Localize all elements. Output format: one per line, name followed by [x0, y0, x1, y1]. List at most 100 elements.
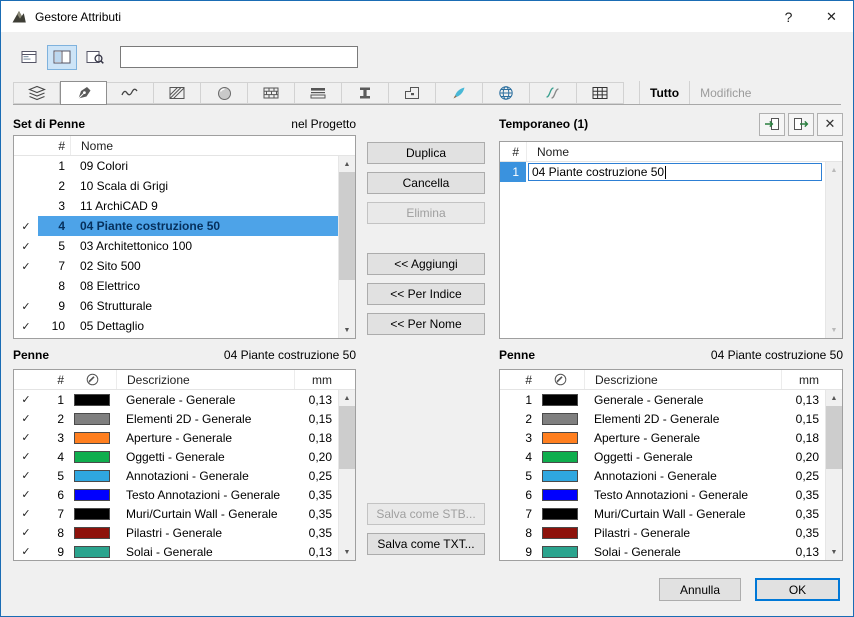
pen-set-row[interactable]: ✓ 9 06 Strutturale — [14, 296, 338, 316]
pen-set-row[interactable]: ✓ 5 03 Architettonico 100 — [14, 236, 338, 256]
scroll-up-button[interactable]: ▲ — [826, 390, 842, 406]
scrollbar-track[interactable] — [826, 406, 842, 544]
pen-row[interactable]: ✓ 4 Oggetti - Generale 0,20 — [14, 447, 338, 466]
scroll-up-button[interactable]: ▲ — [339, 156, 355, 172]
pen-row[interactable]: 5 Annotazioni - Generale 0,25 — [500, 466, 825, 485]
pen-color-swatch[interactable] — [542, 526, 578, 539]
pen-color-swatch[interactable] — [74, 450, 110, 463]
scrollbar-track[interactable] — [339, 406, 355, 544]
pen-row[interactable]: ✓ 5 Annotazioni - Generale 0,25 — [14, 466, 338, 485]
filter-modifiche[interactable]: Modifiche — [689, 81, 761, 104]
tab-markers[interactable] — [436, 82, 483, 104]
pen-color-swatch[interactable] — [74, 431, 110, 444]
pen-row[interactable]: ✓ 9 Solai - Generale 0,13 — [14, 542, 338, 560]
cancel-button[interactable]: Annulla — [659, 578, 741, 601]
pen-row[interactable]: 9 Solai - Generale 0,13 — [500, 542, 825, 560]
attribute-search-input[interactable] — [120, 46, 358, 68]
pen-row[interactable]: 3 Aperture - Generale 0,18 — [500, 428, 825, 447]
pen-row[interactable]: ✓ 3 Aperture - Generale 0,18 — [14, 428, 338, 447]
scrollbar-thumb[interactable] — [339, 406, 355, 470]
row-checkmark[interactable]: ✓ — [14, 485, 38, 504]
pen-color-swatch[interactable] — [542, 431, 578, 444]
row-checkmark[interactable] — [14, 176, 38, 196]
pen-color-swatch[interactable] — [542, 412, 578, 425]
tab-fills[interactable] — [154, 82, 201, 104]
scrollbar[interactable]: ▲ ▼ — [825, 390, 842, 560]
pen-color-swatch[interactable] — [74, 393, 110, 406]
panel-view-single-button[interactable] — [14, 45, 44, 70]
pen-set-row[interactable]: 3 11 ArchiCAD 9 — [14, 196, 338, 216]
pen-set-row[interactable]: ✓ 4 04 Piante costruzione 50 — [14, 216, 338, 236]
scroll-down-button[interactable]: ▼ — [339, 322, 355, 338]
pen-color-swatch[interactable] — [74, 412, 110, 425]
row-checkmark[interactable]: ✓ — [14, 409, 38, 428]
scrollbar-thumb[interactable] — [826, 406, 842, 470]
row-checkmark[interactable] — [14, 156, 38, 176]
scroll-down-button[interactable]: ▼ — [826, 322, 842, 338]
row-checkmark[interactable]: ✓ — [14, 256, 38, 276]
tab-pens[interactable] — [60, 81, 107, 105]
pen-row[interactable]: 4 Oggetti - Generale 0,20 — [500, 447, 825, 466]
pen-row[interactable]: 8 Pilastri - Generale 0,35 — [500, 523, 825, 542]
filter-tutto[interactable]: Tutto — [639, 81, 689, 104]
pen-color-swatch[interactable] — [74, 545, 110, 558]
delete-temp-button[interactable]: ✕ — [817, 112, 843, 136]
row-checkmark[interactable]: ✓ — [14, 316, 38, 336]
import-set-button[interactable] — [759, 112, 785, 136]
pen-set-row[interactable]: 8 08 Elettrico — [14, 276, 338, 296]
tab-cities[interactable] — [483, 82, 530, 104]
close-button[interactable]: ✕ — [810, 1, 853, 32]
duplicate-button[interactable]: Duplica — [367, 142, 485, 164]
scrollbar[interactable]: ▲ ▼ — [338, 390, 355, 560]
pen-set-row[interactable]: 2 10 Scala di Grigi — [14, 176, 338, 196]
tab-layers[interactable] — [13, 82, 60, 104]
scroll-up-button[interactable]: ▲ — [826, 162, 842, 178]
tab-profiles[interactable] — [342, 82, 389, 104]
pen-color-swatch[interactable] — [542, 450, 578, 463]
pen-color-swatch[interactable] — [74, 469, 110, 482]
row-checkmark[interactable]: ✓ — [14, 216, 38, 236]
export-set-button[interactable] — [788, 112, 814, 136]
by-name-button[interactable]: << Per Nome — [367, 313, 485, 335]
tab-building-materials[interactable] — [248, 82, 295, 104]
pen-row[interactable]: ✓ 1 Generale - Generale 0,13 — [14, 390, 338, 409]
ok-button[interactable]: OK — [755, 578, 840, 601]
cancel-item-button[interactable]: Cancella — [367, 172, 485, 194]
scrollbar-track[interactable] — [339, 172, 355, 322]
pen-row[interactable]: 7 Muri/Curtain Wall - Generale 0,35 — [500, 504, 825, 523]
scroll-down-button[interactable]: ▼ — [826, 544, 842, 560]
pen-row[interactable]: 1 Generale - Generale 0,13 — [500, 390, 825, 409]
scroll-down-button[interactable]: ▼ — [339, 544, 355, 560]
scrollbar-track[interactable] — [826, 178, 842, 322]
panel-view-search-button[interactable] — [80, 45, 110, 70]
pen-color-swatch[interactable] — [74, 507, 110, 520]
pen-row[interactable]: ✓ 8 Pilastri - Generale 0,35 — [14, 523, 338, 542]
scrollbar-thumb[interactable] — [339, 172, 355, 280]
pen-set-row[interactable]: ✓ 7 02 Sito 500 — [14, 256, 338, 276]
row-checkmark[interactable] — [14, 196, 38, 216]
row-checkmark[interactable]: ✓ — [14, 236, 38, 256]
pen-row[interactable]: ✓ 6 Testo Annotazioni - Generale 0,35 — [14, 485, 338, 504]
pen-color-swatch[interactable] — [542, 393, 578, 406]
tab-composites[interactable] — [295, 82, 342, 104]
pen-row[interactable]: ✓ 2 Elementi 2D - Generale 0,15 — [14, 409, 338, 428]
tab-line-types[interactable] — [107, 82, 154, 104]
row-checkmark[interactable]: ✓ — [14, 523, 38, 542]
pen-sets-scope[interactable]: nel Progetto — [291, 117, 356, 131]
pen-set-row[interactable]: 1 09 Colori — [14, 156, 338, 176]
pen-row[interactable]: ✓ 7 Muri/Curtain Wall - Generale 0,35 — [14, 504, 338, 523]
append-button[interactable]: << Aggiungi — [367, 253, 485, 275]
pen-row[interactable]: 6 Testo Annotazioni - Generale 0,35 — [500, 485, 825, 504]
temp-set-row[interactable]: 1 04 Piante costruzione 50 — [500, 162, 825, 182]
row-checkmark[interactable]: ✓ — [14, 504, 38, 523]
by-index-button[interactable]: << Per Indice — [367, 283, 485, 305]
pen-color-swatch[interactable] — [542, 488, 578, 501]
pen-color-swatch[interactable] — [542, 545, 578, 558]
tab-zone-categories[interactable] — [389, 82, 436, 104]
tab-surfaces[interactable] — [201, 82, 248, 104]
pen-row[interactable]: 2 Elementi 2D - Generale 0,15 — [500, 409, 825, 428]
save-txt-button[interactable]: Salva come TXT... — [367, 533, 485, 555]
help-button[interactable]: ? — [767, 1, 810, 32]
panel-view-dual-button[interactable] — [47, 44, 77, 70]
row-checkmark[interactable]: ✓ — [14, 390, 38, 409]
